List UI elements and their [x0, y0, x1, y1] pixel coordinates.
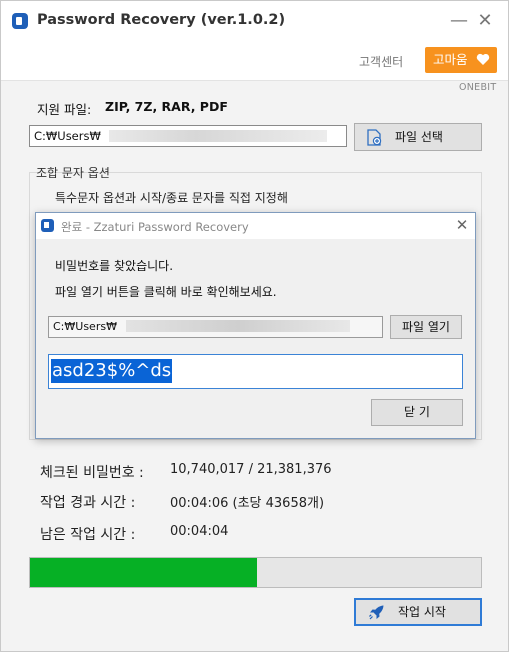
select-file-label: 파일 선택 — [395, 130, 443, 144]
select-file-button[interactable]: 파일 선택 — [354, 123, 482, 151]
remaining-time-value: 00:04:04 — [170, 524, 229, 539]
elapsed-time-label: 작업 경과 시간 : — [40, 495, 136, 511]
dialog-app-icon — [41, 219, 54, 232]
elapsed-time-value: 00:04:06 (초당 43658개) — [170, 496, 325, 511]
checked-passwords-label: 체크된 비밀번호 : — [40, 465, 144, 481]
start-task-button[interactable]: 작업 시작 — [354, 598, 482, 626]
customer-center-link[interactable]: 고객센터 — [359, 53, 403, 70]
close-window-button[interactable]: ✕ — [473, 9, 497, 33]
supported-files-label: 지원 파일: — [37, 102, 92, 117]
dialog-message-found: 비밀번호를 찾았습니다. — [55, 259, 174, 273]
checked-passwords-value: 10,740,017 / 21,381,376 — [170, 462, 332, 477]
dialog-close-icon[interactable]: ✕ — [453, 216, 471, 234]
dialog-close-button[interactable]: 닫 기 — [371, 399, 463, 426]
remaining-time-label: 남은 작업 시간 : — [40, 527, 136, 543]
found-password-text: asd23$%^ds — [51, 359, 173, 383]
rocket-icon — [369, 605, 384, 620]
file-add-icon — [367, 129, 382, 146]
combination-options-label: 조합 문자 옵션 — [36, 166, 110, 180]
app-window: Password Recovery (ver.1.0.2) — ✕ 고객센터 고… — [0, 0, 509, 652]
thanks-button[interactable]: 고마움 — [425, 47, 497, 73]
dialog-title: 완료 - Zzaturi Password Recovery — [61, 220, 249, 234]
supported-files-value: ZIP, 7Z, RAR, PDF — [105, 99, 228, 114]
progress-bar — [29, 557, 482, 588]
title-bar: Password Recovery (ver.1.0.2) — ✕ — [1, 1, 508, 41]
minimize-button[interactable]: — — [447, 9, 471, 33]
app-logo-icon — [12, 13, 28, 29]
thanks-label: 고마움 — [433, 52, 468, 67]
dialog-message-hint: 파일 열기 버튼을 클릭해 바로 확인해보세요. — [55, 285, 277, 299]
open-file-button[interactable]: 파일 열기 — [390, 315, 462, 339]
found-password-field[interactable]: asd23$%^ds — [48, 354, 463, 389]
combination-options-description: 특수문자 옵션과 시작/종료 문자를 직접 지정해 — [55, 191, 288, 205]
start-task-label: 작업 시작 — [398, 605, 446, 619]
top-bar: 고객센터 고마움 — [1, 41, 508, 81]
dialog-redacted-path-blur — [126, 320, 350, 332]
heart-icon — [476, 53, 490, 65]
completion-dialog: 완료 - Zzaturi Password Recovery ✕ 비밀번호를 찾… — [35, 212, 476, 439]
window-title: Password Recovery (ver.1.0.2) — [37, 12, 286, 28]
progress-bar-fill — [30, 558, 257, 587]
brand-label: ONEBIT — [459, 82, 497, 93]
redacted-path-blur — [109, 130, 327, 142]
dialog-title-bar: 완료 - Zzaturi Password Recovery ✕ — [36, 213, 475, 239]
